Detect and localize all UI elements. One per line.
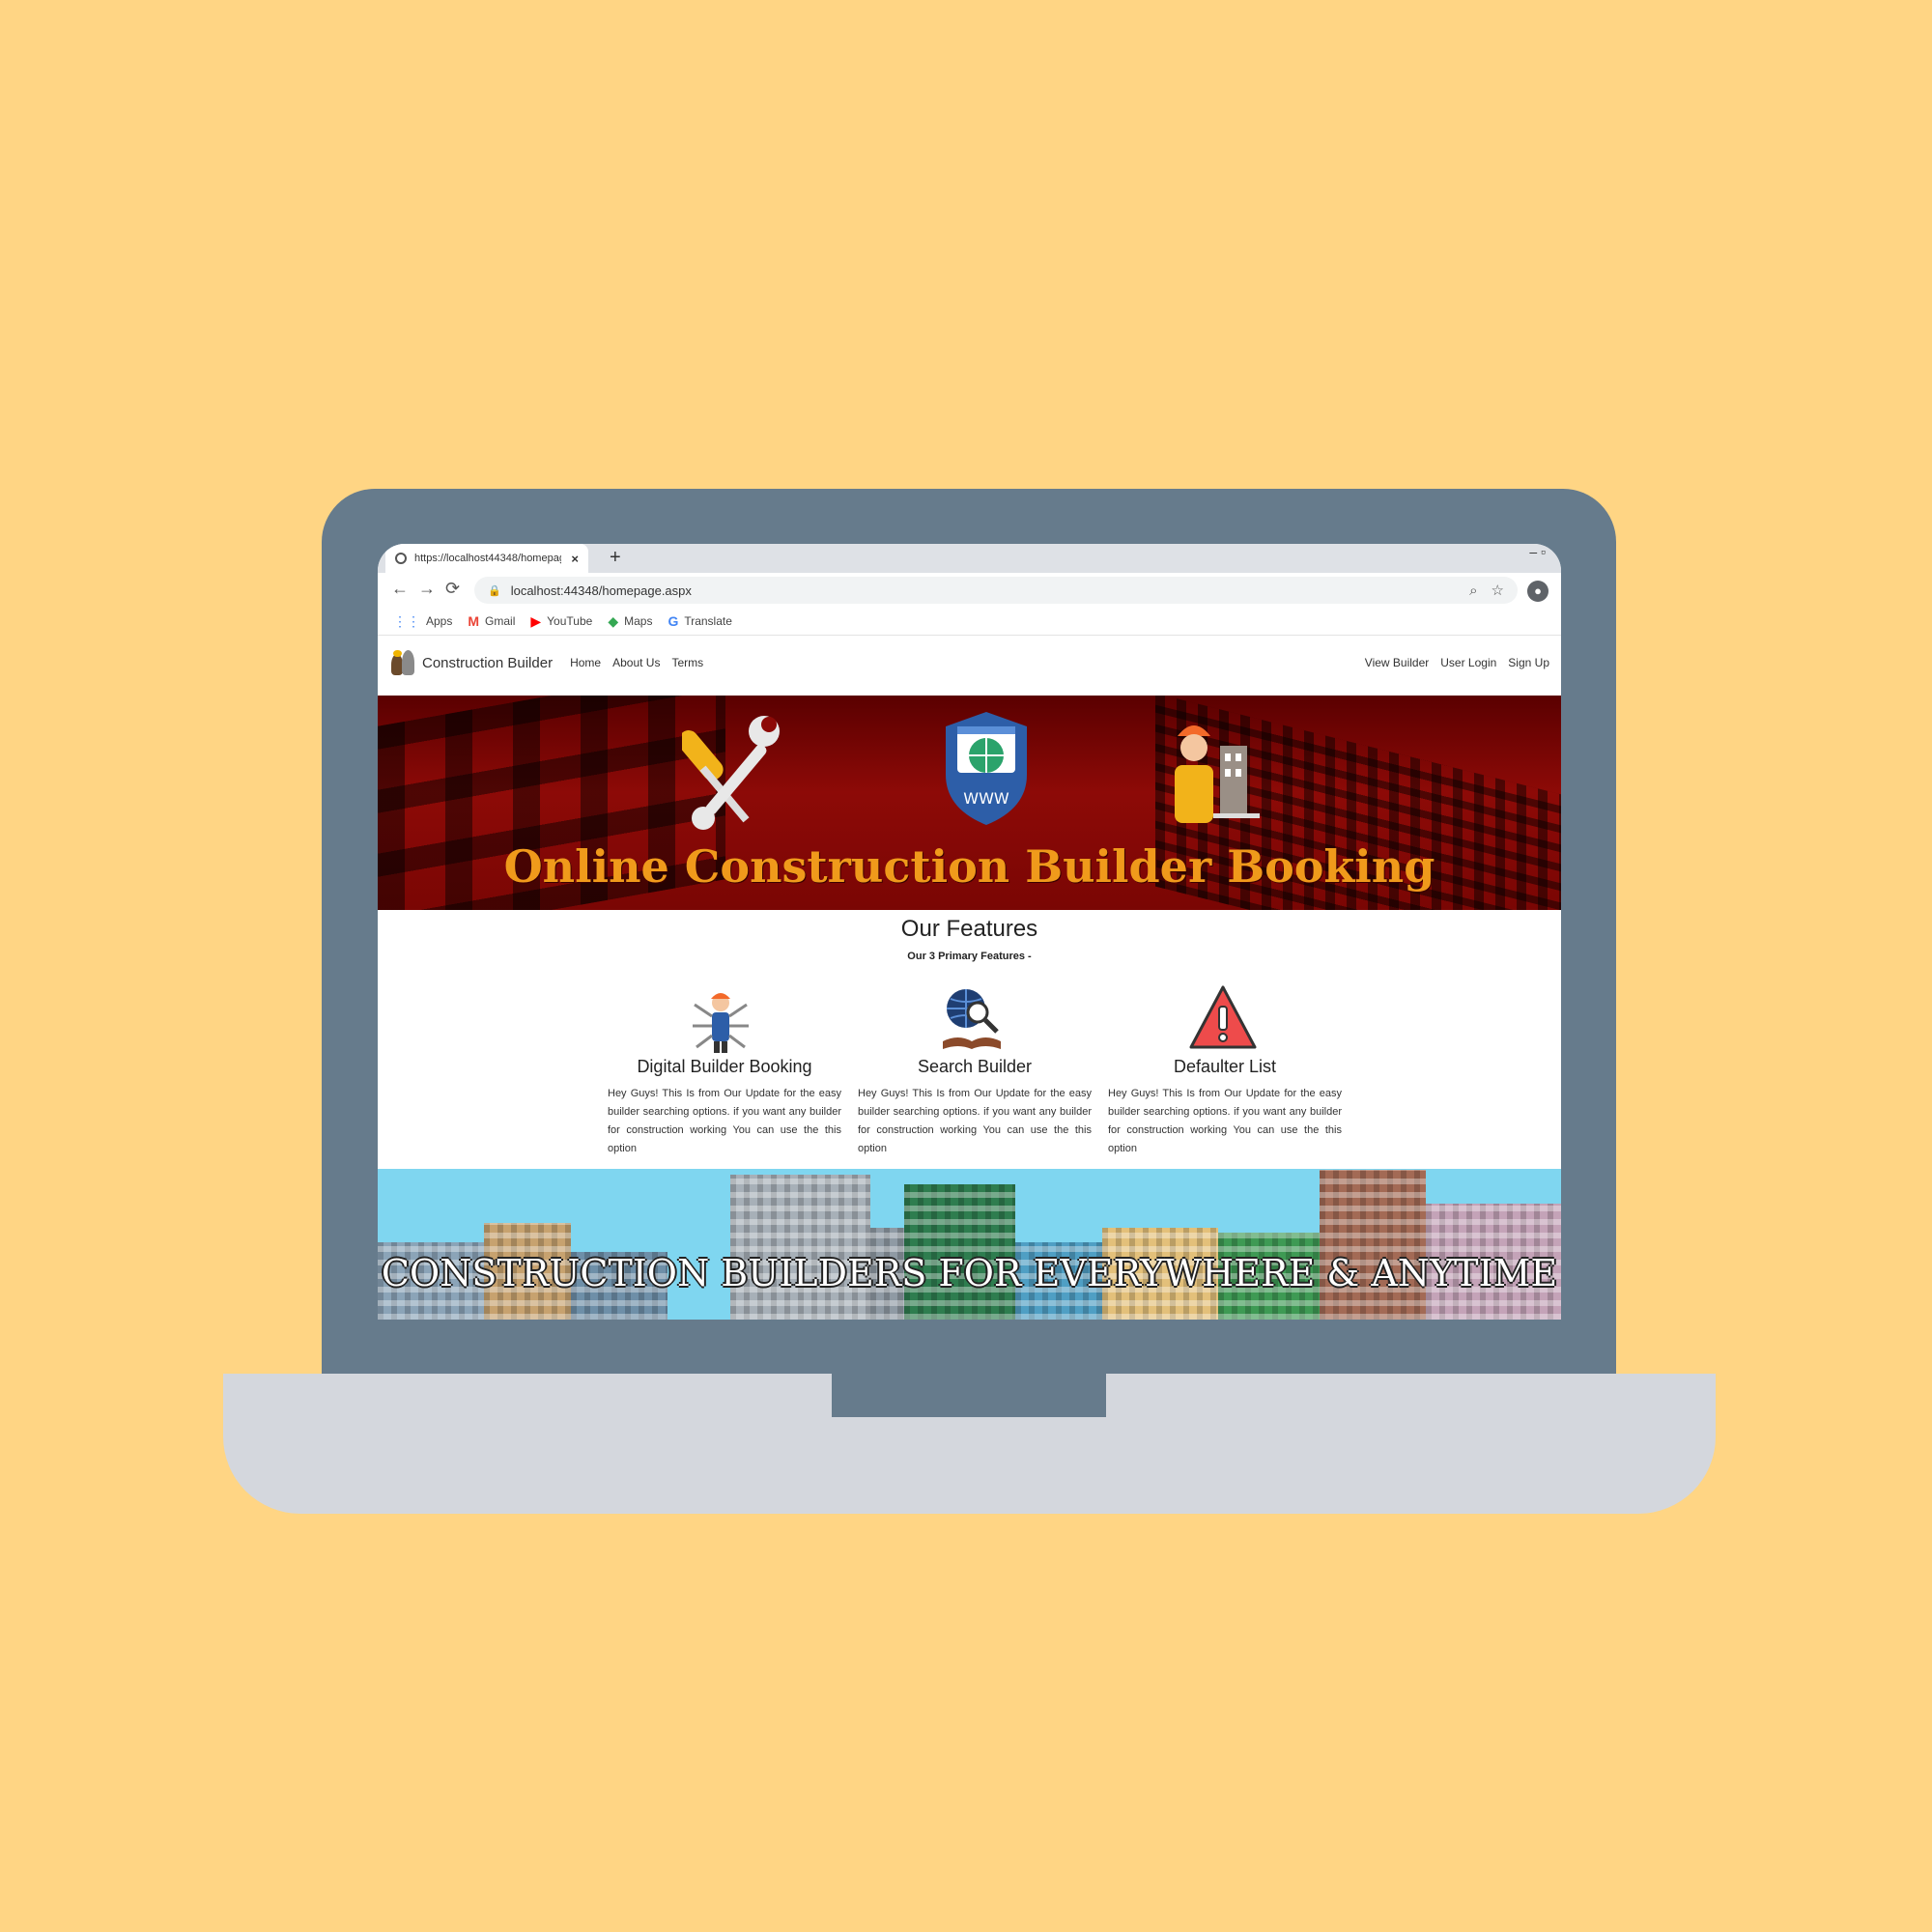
brand-name[interactable]: Construction Builder — [422, 655, 553, 671]
bookmarks-bar: ⋮⋮ Apps M Gmail ▶ YouTube ◆ Maps G Trans… — [378, 608, 1561, 636]
bookmark-label: Maps — [624, 614, 653, 628]
bookmark-label: YouTube — [547, 614, 593, 628]
address-url[interactable]: localhost:44348/homepage.aspx — [511, 583, 1469, 598]
city-title: CONSTRUCTION BUILDERS FOR EVERYWHERE & A… — [381, 1252, 1558, 1294]
feature-title: Digital Builder Booking — [637, 1057, 812, 1076]
maps-icon: ◆ — [608, 612, 619, 629]
profile-icon[interactable]: ● — [1527, 581, 1548, 602]
apps-grid-icon: ⋮⋮ — [393, 612, 420, 629]
www-globe-icon: WWW — [946, 712, 1027, 825]
hero-title: Online Construction Builder Booking — [503, 840, 1435, 893]
browser-toolbar: ← → ⟳ 🔒 localhost:44348/homepage.aspx ⌕ … — [378, 573, 1561, 608]
engineer-building-icon — [1175, 725, 1260, 823]
feature-card-digital-booking: Digital Builder Booking Hey Guys! This I… — [608, 981, 841, 1158]
svg-text:WWW: WWW — [963, 789, 1009, 808]
globe-search-icon — [858, 981, 1092, 1057]
feature-text: Hey Guys! This Is from Our Update for th… — [1108, 1088, 1342, 1154]
bookmark-maps[interactable]: ◆ Maps — [608, 613, 652, 630]
browser-tab[interactable]: https://localhost44348/homepage × — [385, 544, 588, 573]
wrench-screwdriver-icon — [682, 716, 780, 830]
features-subheading: Our 3 Primary Features - — [907, 951, 1032, 962]
forward-button[interactable]: → — [418, 579, 436, 599]
building-image — [730, 1175, 870, 1320]
address-bar[interactable]: 🔒 localhost:44348/homepage.aspx ⌕ ☆ — [474, 577, 1518, 604]
nav-right-group: View Builder User Login Sign Up — [1365, 656, 1561, 669]
translate-icon: G — [668, 613, 679, 629]
reload-button[interactable]: ⟳ — [445, 579, 460, 599]
warning-triangle-icon — [1108, 981, 1342, 1057]
bookmark-label: Translate — [684, 614, 732, 628]
laptop-hinge — [832, 1374, 1106, 1417]
building-image — [1320, 1170, 1426, 1320]
tab-favicon-icon — [395, 553, 407, 564]
bookmark-youtube[interactable]: ▶ YouTube — [530, 613, 592, 630]
bookmark-gmail[interactable]: M Gmail — [468, 613, 515, 629]
site-navbar: Construction Builder Home About Us Terms… — [378, 636, 1561, 690]
features-heading: Our Features — [900, 916, 1038, 942]
lock-icon: 🔒 — [488, 584, 501, 597]
nav-home[interactable]: Home — [570, 656, 601, 669]
nav-terms[interactable]: Terms — [671, 656, 703, 669]
back-button[interactable]: ← — [391, 579, 409, 599]
feature-text: Hey Guys! This Is from Our Update for th… — [858, 1088, 1092, 1154]
bookmark-label: Gmail — [485, 614, 516, 628]
nav-about-us[interactable]: About Us — [612, 656, 660, 669]
gmail-icon: M — [468, 613, 480, 629]
city-banner: CONSTRUCTION BUILDERS FOR EVERYWHERE & A… — [378, 1169, 1561, 1320]
feature-card-search-builder: Search Builder Hey Guys! This Is from Ou… — [858, 981, 1092, 1158]
new-tab-button[interactable]: + — [610, 547, 621, 569]
nav-sign-up[interactable]: Sign Up — [1508, 656, 1549, 669]
hero-banner: WWW Online Construction Builder Booking — [378, 696, 1561, 910]
feature-title: Search Builder — [917, 1057, 1033, 1076]
feature-text: Hey Guys! This Is from Our Update for th… — [608, 1088, 841, 1154]
tab-close-icon[interactable]: × — [571, 552, 579, 566]
brand-logo-icon[interactable] — [389, 648, 416, 677]
feature-card-defaulter-list: Defaulter List Hey Guys! This Is from Ou… — [1108, 981, 1342, 1158]
feature-title: Defaulter List — [1173, 1057, 1277, 1076]
browser-tabstrip: https://localhost44348/homepage × + – ▫ — [378, 544, 1561, 573]
bookmark-translate[interactable]: G Translate — [668, 613, 731, 629]
bookmark-star-icon[interactable]: ☆ — [1492, 582, 1504, 599]
bookmark-label: Apps — [426, 614, 453, 628]
laptop-screen: https://localhost44348/homepage × + – ▫ … — [378, 544, 1561, 1320]
worker-multitool-icon — [608, 981, 841, 1057]
window-controls[interactable]: – ▫ — [1529, 544, 1546, 559]
nav-user-login[interactable]: User Login — [1440, 656, 1496, 669]
zoom-icon[interactable]: ⌕ — [1469, 582, 1477, 599]
youtube-icon: ▶ — [530, 612, 542, 629]
nav-view-builder[interactable]: View Builder — [1365, 656, 1429, 669]
tab-title: https://localhost44348/homepage — [414, 553, 562, 564]
bookmark-apps[interactable]: ⋮⋮ Apps — [393, 613, 452, 630]
